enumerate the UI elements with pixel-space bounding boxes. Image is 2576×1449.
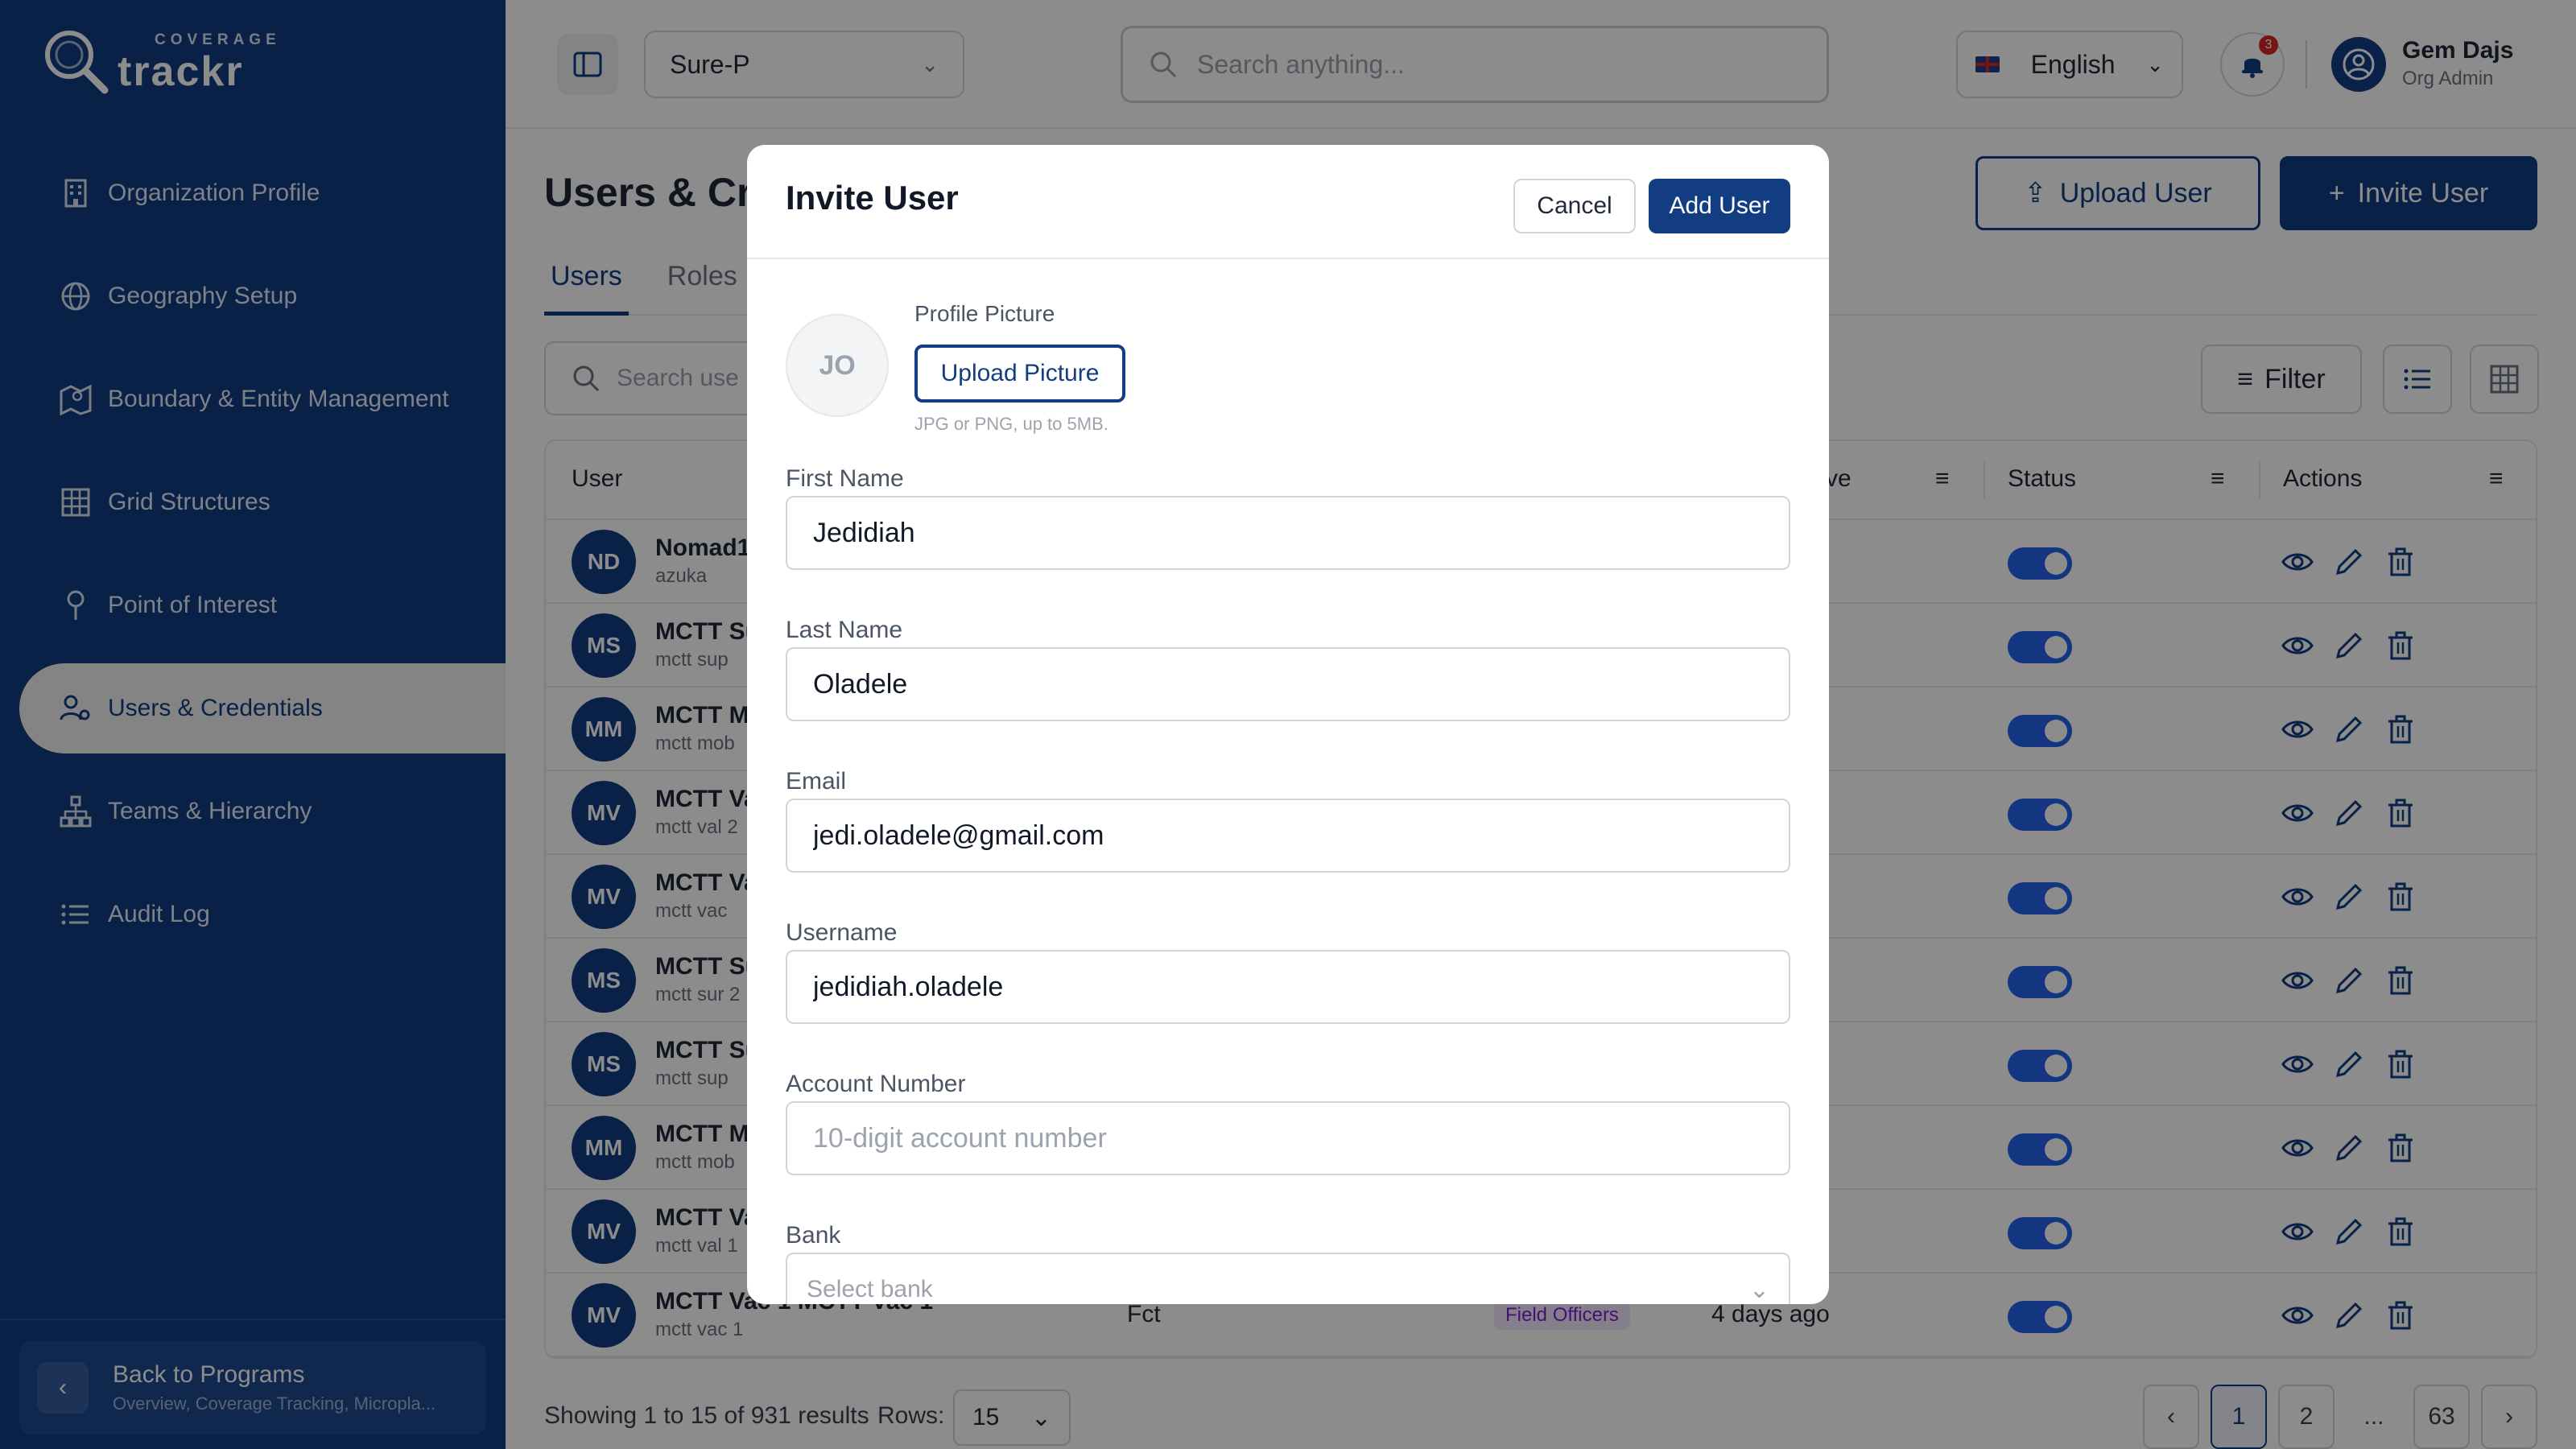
profile-picture-hint: JPG or PNG, up to 5MB. bbox=[914, 414, 1108, 434]
username-input[interactable] bbox=[786, 950, 1790, 1024]
modal-header: Invite User Cancel Add User bbox=[747, 145, 1829, 259]
chevron-down-icon: ⌄ bbox=[1748, 1276, 1769, 1303]
first-name-input[interactable] bbox=[786, 496, 1790, 570]
last-name-label: Last Name bbox=[786, 617, 903, 643]
cancel-button[interactable]: Cancel bbox=[1513, 179, 1636, 233]
upload-picture-button[interactable]: Upload Picture bbox=[914, 345, 1125, 402]
modal-body: JO Profile Picture Upload Picture JPG or… bbox=[747, 261, 1829, 1304]
bank-select[interactable]: Select bank ⌄ bbox=[786, 1253, 1790, 1304]
bank-select-placeholder: Select bank bbox=[807, 1276, 933, 1302]
add-user-button[interactable]: Add User bbox=[1649, 179, 1790, 233]
first-name-label: First Name bbox=[786, 465, 904, 492]
username-label: Username bbox=[786, 919, 898, 946]
invite-user-modal: Invite User Cancel Add User JO Profile P… bbox=[747, 145, 1829, 1304]
last-name-input[interactable] bbox=[786, 647, 1790, 721]
email-label: Email bbox=[786, 768, 847, 795]
account-number-label: Account Number bbox=[786, 1071, 966, 1097]
email-input[interactable] bbox=[786, 799, 1790, 873]
profile-picture-label: Profile Picture bbox=[914, 301, 1055, 326]
account-number-input[interactable] bbox=[786, 1101, 1790, 1175]
modal-title: Invite User bbox=[786, 179, 959, 217]
profile-picture-avatar: JO bbox=[786, 314, 889, 417]
bank-label: Bank bbox=[786, 1222, 841, 1249]
